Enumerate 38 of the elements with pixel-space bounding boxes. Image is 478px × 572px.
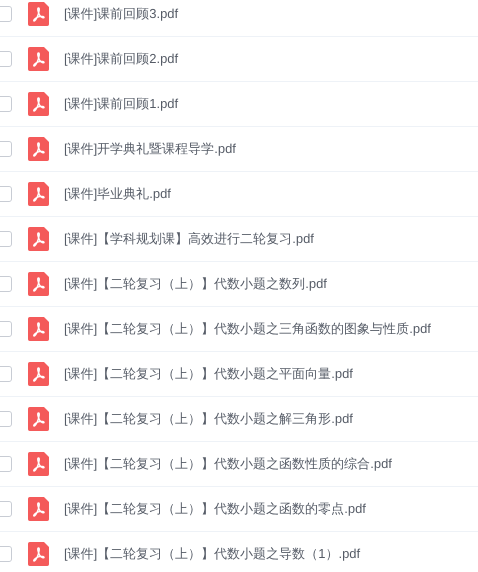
checkbox[interactable] xyxy=(0,141,12,157)
checkbox[interactable] xyxy=(0,186,12,202)
checkbox[interactable] xyxy=(0,456,12,472)
pdf-file-icon xyxy=(28,452,49,476)
pdf-file-icon xyxy=(28,317,49,341)
file-name[interactable]: [课件]【二轮复习（上）】代数小题之三角函数的图象与性质.pdf xyxy=(64,319,431,339)
file-name[interactable]: [课件]【二轮复习（上）】代数小题之函数的零点.pdf xyxy=(64,499,366,519)
file-name[interactable]: [课件]【二轮复习（上）】代数小题之解三角形.pdf xyxy=(64,409,353,429)
checkbox[interactable] xyxy=(0,546,12,562)
checkbox[interactable] xyxy=(0,6,12,22)
checkbox[interactable] xyxy=(0,366,12,382)
file-name[interactable]: [课件]【学科规划课】高效进行二轮复习.pdf xyxy=(64,229,314,249)
file-name[interactable]: [课件]课前回顾3.pdf xyxy=(64,4,178,24)
checkbox[interactable] xyxy=(0,411,12,427)
pdf-file-icon xyxy=(28,227,49,251)
pdf-file-icon xyxy=(28,497,49,521)
file-name[interactable]: [课件]开学典礼暨课程导学.pdf xyxy=(64,139,236,159)
checkbox[interactable] xyxy=(0,321,12,337)
pdf-file-icon xyxy=(28,272,49,296)
checkbox[interactable] xyxy=(0,96,12,112)
checkbox[interactable] xyxy=(0,231,12,247)
pdf-file-icon xyxy=(28,47,49,71)
pdf-file-icon xyxy=(28,407,49,431)
file-name[interactable]: [课件]【二轮复习（上）】代数小题之函数性质的综合.pdf xyxy=(64,454,392,474)
file-name[interactable]: [课件]毕业典礼.pdf xyxy=(64,184,171,204)
file-name[interactable]: [课件]课前回顾2.pdf xyxy=(64,49,178,69)
file-name[interactable]: [课件]【二轮复习（上）】代数小题之平面向量.pdf xyxy=(64,364,353,384)
checkbox[interactable] xyxy=(0,276,12,292)
pdf-file-icon xyxy=(28,92,49,116)
file-name[interactable]: [课件]【二轮复习（上）】代数小题之数列.pdf xyxy=(64,274,327,294)
pdf-file-icon xyxy=(28,362,49,386)
pdf-file-icon xyxy=(28,137,49,161)
pdf-file-icon xyxy=(28,542,49,566)
pdf-file-icon xyxy=(28,182,49,206)
file-name[interactable]: [课件]课前回顾1.pdf xyxy=(64,94,178,114)
checkbox[interactable] xyxy=(0,501,12,517)
file-name[interactable]: [课件]【二轮复习（上）】代数小题之导数（1）.pdf xyxy=(64,544,360,564)
checkbox[interactable] xyxy=(0,51,12,67)
